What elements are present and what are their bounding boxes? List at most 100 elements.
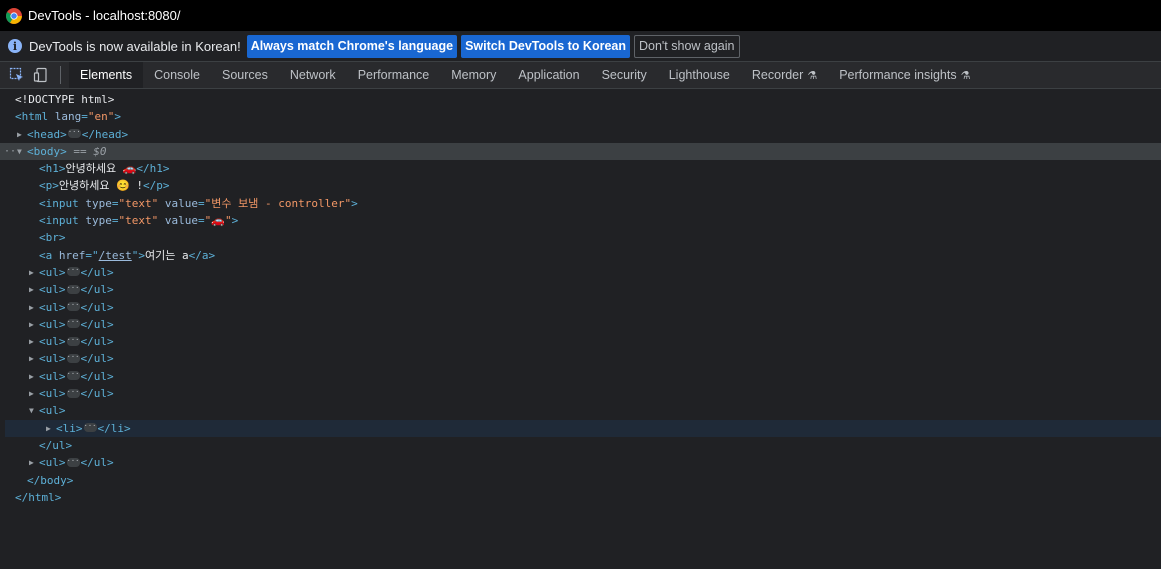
expand-arrow-icon[interactable]: ▶ xyxy=(29,368,39,385)
tree-row-html-close[interactable]: </html> xyxy=(0,489,1161,506)
ellipsis-icon[interactable]: ··· xyxy=(67,129,81,139)
tree-row-h1[interactable]: <h1>안녕하세요 🚗</h1> xyxy=(0,160,1161,177)
tree-row-input-2[interactable]: <input type="text" value="🚗"> xyxy=(0,212,1161,229)
tree-row-ul-close[interactable]: </ul> xyxy=(0,437,1161,454)
a-text: 여기는 a xyxy=(145,248,189,262)
type-attr-name: type xyxy=(85,214,112,228)
head-close-tag: </head> xyxy=(81,127,129,141)
tab-performance-insights[interactable]: Performance insights ⚗ xyxy=(828,62,981,88)
tree-row-ul-expanded[interactable]: ▼ <ul> xyxy=(0,402,1161,419)
expand-arrow-icon[interactable]: ▶ xyxy=(29,454,39,471)
tree-row-ul[interactable]: ▶ <ul>···</ul> xyxy=(0,299,1161,316)
tree-row-body-close[interactable]: </body> xyxy=(0,472,1161,489)
tree-row-doctype[interactable]: <!DOCTYPE html> xyxy=(0,91,1161,108)
tree-row-input-1[interactable]: <input type="text" value="변수 보냄 - contro… xyxy=(0,195,1161,212)
ul-open-tag: <ul> xyxy=(39,335,66,349)
ul-close-tag: </ul> xyxy=(39,438,73,452)
collapse-arrow-icon[interactable]: ▼ xyxy=(29,402,39,419)
expand-arrow-icon[interactable]: ▶ xyxy=(29,281,39,298)
expand-arrow-icon[interactable]: ▶ xyxy=(17,126,27,143)
window-title: DevTools - localhost:8080/ xyxy=(28,8,181,23)
tab-elements[interactable]: Elements xyxy=(69,62,144,88)
expand-arrow-icon[interactable]: ▶ xyxy=(29,299,39,316)
tree-row-ul[interactable]: ▶ <ul>···</ul> xyxy=(0,316,1161,333)
switch-to-korean-button[interactable]: Switch DevTools to Korean xyxy=(461,34,630,58)
tree-row-ul[interactable]: ▶ <ul>···</ul> xyxy=(0,368,1161,385)
href-attr-name: href xyxy=(58,248,86,262)
ellipsis-icon[interactable]: ··· xyxy=(66,284,80,294)
tree-row-ul[interactable]: ▶ <ul>···</ul> xyxy=(0,281,1161,298)
expand-arrow-icon[interactable]: ▶ xyxy=(29,316,39,333)
tab-recorder[interactable]: Recorder ⚗ xyxy=(741,62,828,88)
tree-row-li[interactable]: ▶ <li>···</li> xyxy=(5,419,1161,437)
ul-open-tag: <ul> xyxy=(39,456,66,470)
tab-network[interactable]: Network xyxy=(279,62,347,88)
expand-arrow-icon[interactable]: ▶ xyxy=(46,420,56,437)
tree-row-html[interactable]: <html lang="en"> xyxy=(0,108,1161,125)
tab-performance[interactable]: Performance xyxy=(347,62,441,88)
tree-row-br[interactable]: <br> xyxy=(0,229,1161,246)
ellipsis-icon[interactable]: ··· xyxy=(66,371,80,381)
expand-arrow-icon[interactable]: ▶ xyxy=(29,264,39,281)
more-actions-icon[interactable]: ··· xyxy=(4,143,22,160)
ul-open-tag: <ul> xyxy=(39,369,66,383)
br-tag: <br> xyxy=(39,231,66,245)
type-attr-value: "text" xyxy=(118,196,159,210)
expand-arrow-icon[interactable]: ▶ xyxy=(29,333,39,350)
a-close-tag: </a> xyxy=(188,248,216,262)
tab-sources[interactable]: Sources xyxy=(211,62,279,88)
ul-open-tag: <ul> xyxy=(39,404,66,418)
selected-node-marker: == $0 xyxy=(73,144,107,158)
inspect-element-icon[interactable] xyxy=(6,64,28,86)
device-toolbar-icon[interactable] xyxy=(30,64,52,86)
chrome-logo-icon xyxy=(6,7,22,24)
lang-attr-value: "en" xyxy=(87,110,115,124)
h1-close-tag: </h1> xyxy=(136,162,170,176)
tree-row-p[interactable]: <p>안녕하세요 😊 !</p> xyxy=(0,177,1161,194)
type-attr-name: type xyxy=(85,196,112,210)
a-open-tag: <a xyxy=(39,248,53,262)
tree-row-ul[interactable]: ▶ <ul>···</ul> xyxy=(0,385,1161,402)
tree-row-head[interactable]: ▶ <head>···</head> xyxy=(0,126,1161,143)
dont-show-again-button[interactable]: Don't show again xyxy=(633,34,740,58)
expand-arrow-icon[interactable]: ▶ xyxy=(29,385,39,402)
infobar-message: DevTools is now available in Korean! xyxy=(29,38,241,54)
tree-row-ul[interactable]: ▶ <ul>···</ul> xyxy=(0,350,1161,367)
input-open-tag: <input xyxy=(39,214,79,228)
input-close-bracket: > xyxy=(351,196,358,210)
href-link[interactable]: /test xyxy=(99,249,132,262)
ul-close-tag: </ul> xyxy=(80,283,114,297)
tree-row-ul[interactable]: ▶ <ul>···</ul> xyxy=(0,454,1161,471)
doctype-text: <!DOCTYPE html> xyxy=(15,93,115,106)
ul-close-tag: </ul> xyxy=(80,387,114,401)
tab-recorder-label: Recorder xyxy=(751,68,804,82)
ellipsis-icon[interactable]: ··· xyxy=(66,353,80,363)
ellipsis-icon[interactable]: ··· xyxy=(66,267,80,277)
tab-memory[interactable]: Memory xyxy=(440,62,507,88)
ellipsis-icon[interactable]: ··· xyxy=(66,388,80,398)
tab-security[interactable]: Security xyxy=(591,62,658,88)
tree-row-a[interactable]: <a href="/test">여기는 a</a> xyxy=(0,247,1161,264)
always-match-language-button[interactable]: Always match Chrome's language xyxy=(246,34,458,58)
tab-lighthouse[interactable]: Lighthouse xyxy=(658,62,741,88)
devtools-tabbar: Elements Console Sources Network Perform… xyxy=(0,62,1161,89)
ellipsis-icon[interactable]: ··· xyxy=(66,302,80,312)
ellipsis-icon[interactable]: ··· xyxy=(83,423,97,433)
tree-row-ul[interactable]: ▶ <ul>···</ul> xyxy=(0,264,1161,281)
tab-application[interactable]: Application xyxy=(507,62,590,88)
ul-open-tag: <ul> xyxy=(39,283,66,297)
body-open-tag: <body> xyxy=(27,144,67,158)
ul-close-tag: </ul> xyxy=(80,456,114,470)
ellipsis-icon[interactable]: ··· xyxy=(66,319,80,329)
tree-row-body[interactable]: ··· ▼ <body> == $0 xyxy=(0,142,1161,161)
expand-arrow-icon[interactable]: ▶ xyxy=(29,350,39,367)
tree-row-ul[interactable]: ▶ <ul>···</ul> xyxy=(0,333,1161,350)
ellipsis-icon[interactable]: ··· xyxy=(66,336,80,346)
tab-console[interactable]: Console xyxy=(143,62,211,88)
dom-tree: <!DOCTYPE html> <html lang="en"> ▶ <head>… xyxy=(0,91,1161,506)
ellipsis-icon[interactable]: ··· xyxy=(66,457,80,467)
p-open-tag: <p> xyxy=(39,179,59,193)
li-close-tag: </li> xyxy=(97,421,131,435)
ul-close-tag: </ul> xyxy=(80,265,114,279)
ul-close-tag: </ul> xyxy=(80,335,114,349)
